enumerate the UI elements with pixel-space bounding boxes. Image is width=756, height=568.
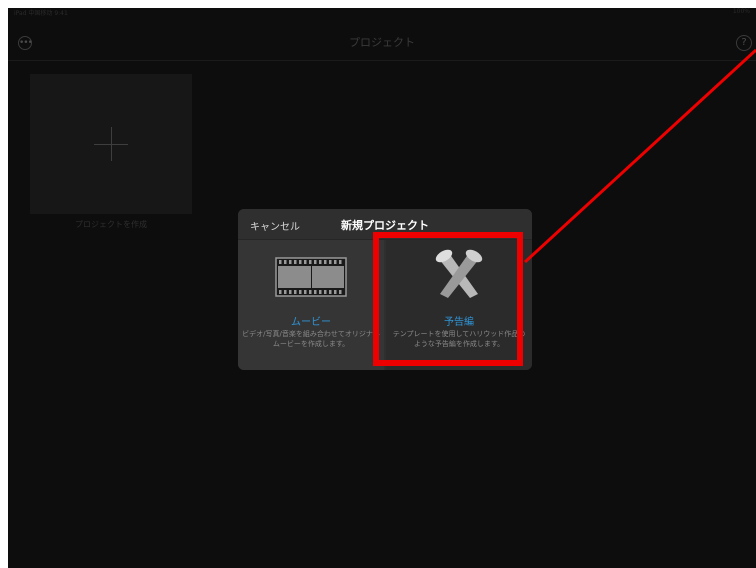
- annotation-arrow: [523, 48, 756, 264]
